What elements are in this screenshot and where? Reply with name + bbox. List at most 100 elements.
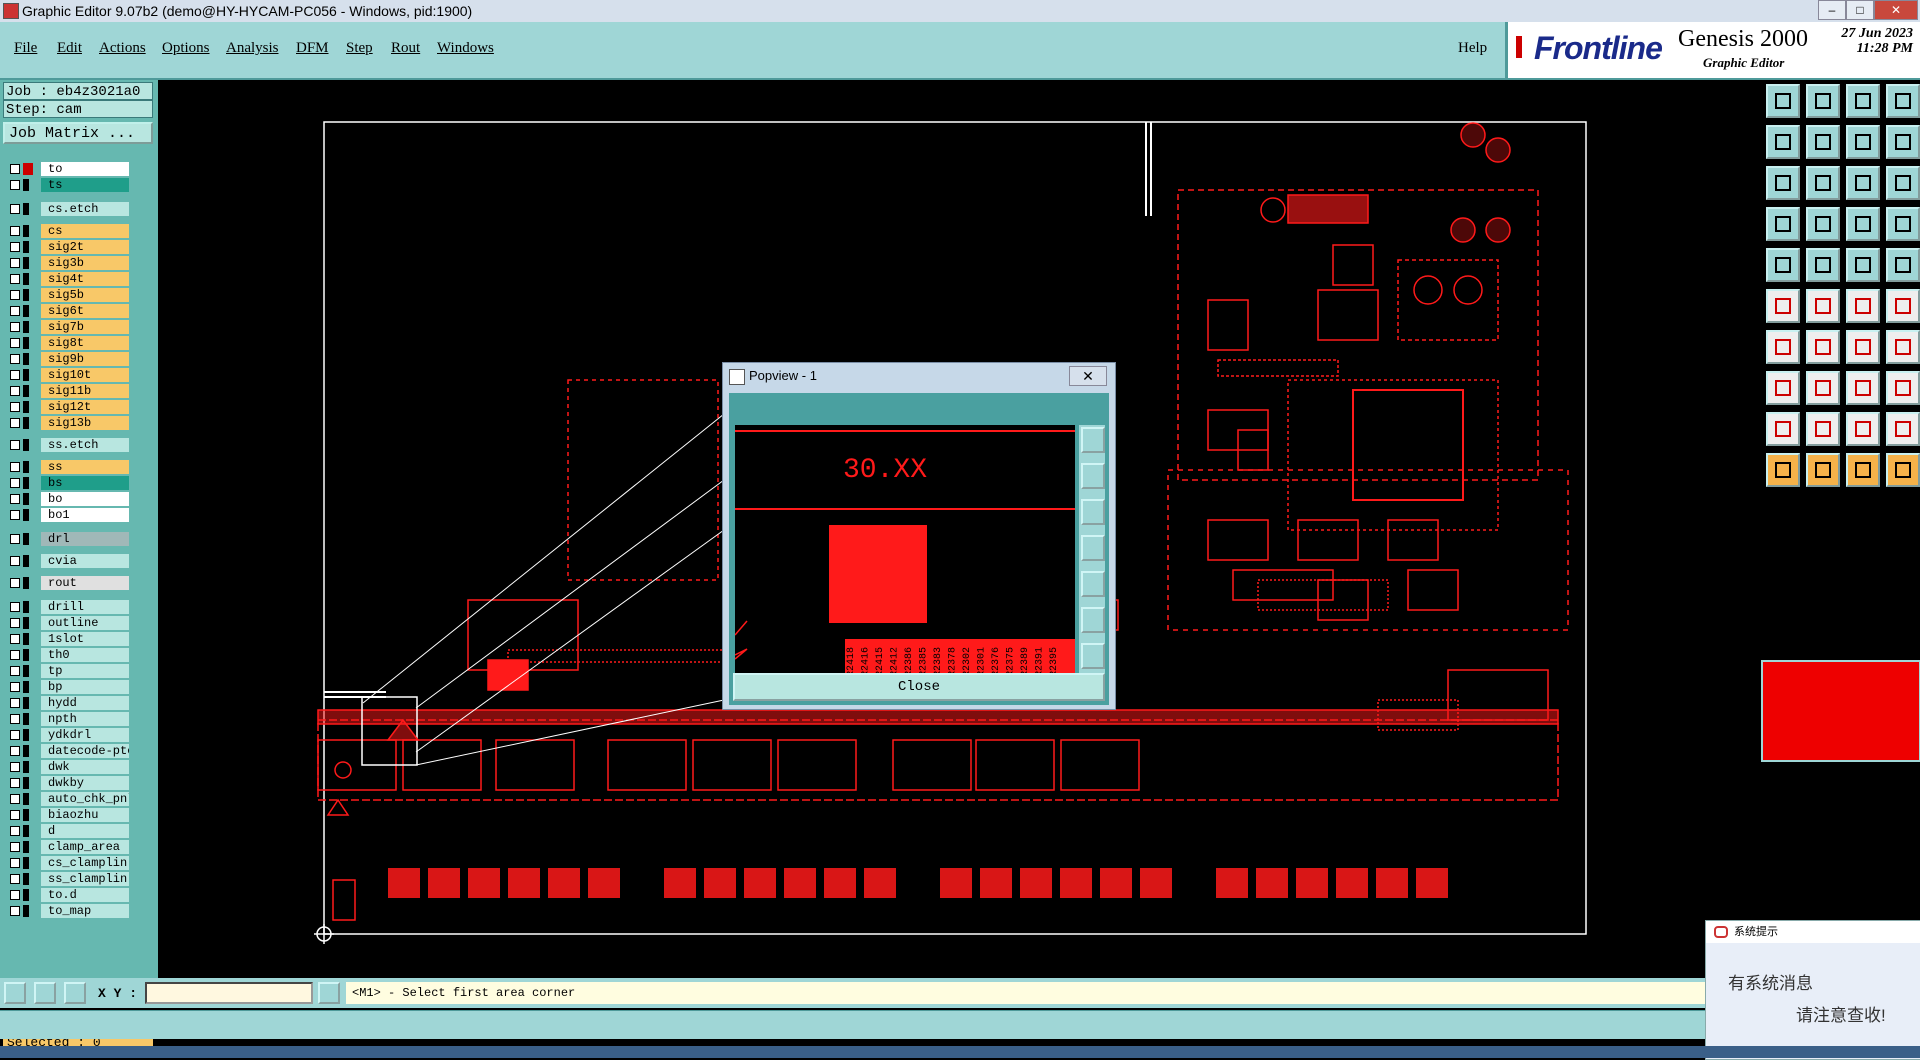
- layer-row[interactable]: sig3b: [6, 256, 129, 270]
- xy-input[interactable]: [145, 982, 313, 1004]
- tool-minus-icon[interactable]: [1806, 371, 1840, 405]
- layer-name[interactable]: dwk: [41, 760, 129, 774]
- layer-checkbox[interactable]: [10, 746, 20, 756]
- menu-analysis[interactable]: Analysis: [226, 40, 279, 57]
- layer-row[interactable]: sig13b: [6, 416, 129, 430]
- layer-name[interactable]: sig3b: [41, 256, 129, 270]
- layer-name[interactable]: sig6t: [41, 304, 129, 318]
- layer-name[interactable]: cvia: [41, 554, 129, 568]
- layer-checkbox[interactable]: [10, 906, 20, 916]
- tool-net-icon[interactable]: [1886, 289, 1920, 323]
- layer-row[interactable]: ydkdrl: [6, 728, 129, 742]
- tool-select3-icon[interactable]: [1846, 453, 1880, 487]
- tool-pad-icon[interactable]: [1886, 248, 1920, 282]
- layer-name[interactable]: cs_clamplin: [41, 856, 129, 870]
- layer-row[interactable]: bo: [6, 492, 129, 506]
- tool-slope-icon[interactable]: [1806, 330, 1840, 364]
- layer-row[interactable]: auto_chk_pnl: [6, 792, 129, 806]
- layer-checkbox[interactable]: [10, 578, 20, 588]
- layer-checkbox[interactable]: [10, 418, 20, 428]
- layer-checkbox[interactable]: [10, 714, 20, 724]
- menu-windows[interactable]: Windows: [437, 40, 494, 57]
- layer-row[interactable]: npth: [6, 712, 129, 726]
- layer-name[interactable]: cs: [41, 224, 129, 238]
- layer-row[interactable]: rout: [6, 576, 129, 590]
- layer-checkbox[interactable]: [10, 370, 20, 380]
- layer-row[interactable]: datecode-pte: [6, 744, 129, 758]
- layer-name[interactable]: bp: [41, 680, 129, 694]
- tool-import-icon[interactable]: [1766, 125, 1800, 159]
- tool-layer-a-icon[interactable]: [1846, 207, 1880, 241]
- layer-checkbox[interactable]: [10, 322, 20, 332]
- layer-checkbox[interactable]: [10, 386, 20, 396]
- snap-icon[interactable]: [4, 982, 26, 1004]
- layer-checkbox[interactable]: [10, 666, 20, 676]
- layer-row[interactable]: sig8t: [6, 336, 129, 350]
- layer-name[interactable]: ss.etch: [41, 438, 129, 452]
- popview-tool-up-icon[interactable]: [1081, 463, 1105, 489]
- tool-help-icon[interactable]: [1886, 166, 1920, 200]
- info-icon[interactable]: [318, 982, 340, 1004]
- tool-connect-icon[interactable]: [1846, 289, 1880, 323]
- layer-checkbox[interactable]: [10, 290, 20, 300]
- tool-warn-icon[interactable]: [1766, 412, 1800, 446]
- layer-checkbox[interactable]: [10, 494, 20, 504]
- layer-name[interactable]: ss: [41, 460, 129, 474]
- layer-name[interactable]: bo1: [41, 508, 129, 522]
- layer-checkbox[interactable]: [10, 226, 20, 236]
- tool-export-icon[interactable]: [1806, 125, 1840, 159]
- tool-filter-icon[interactable]: [1886, 330, 1920, 364]
- layer-checkbox[interactable]: [10, 556, 20, 566]
- grid-icon[interactable]: [64, 982, 86, 1004]
- tool-flip-icon[interactable]: [1886, 125, 1920, 159]
- layer-row[interactable]: drl: [6, 532, 129, 546]
- layer-name[interactable]: sig13b: [41, 416, 129, 430]
- layer-checkbox[interactable]: [10, 730, 20, 740]
- layer-checkbox[interactable]: [10, 858, 20, 868]
- tool-layer-b-icon[interactable]: [1886, 207, 1920, 241]
- layer-row[interactable]: cs.etch: [6, 202, 129, 216]
- layer-name[interactable]: ts: [41, 178, 129, 192]
- tool-select4-icon[interactable]: [1886, 453, 1920, 487]
- measure-icon[interactable]: [34, 982, 56, 1004]
- layer-checkbox[interactable]: [10, 794, 20, 804]
- system-message-popup[interactable]: 系统提示 有系统消息 请注意查收!: [1705, 920, 1920, 1060]
- layer-row[interactable]: sig11b: [6, 384, 129, 398]
- layer-name[interactable]: dwkby: [41, 776, 129, 790]
- layer-checkbox[interactable]: [10, 874, 20, 884]
- tool-grid-icon[interactable]: [1806, 207, 1840, 241]
- tool-cross-icon[interactable]: [1806, 289, 1840, 323]
- layer-row[interactable]: sig4t: [6, 272, 129, 286]
- tool-arch2-icon[interactable]: [1886, 412, 1920, 446]
- tool-move-icon[interactable]: [1766, 371, 1800, 405]
- layer-checkbox[interactable]: [10, 682, 20, 692]
- tool-hand-icon[interactable]: [1766, 207, 1800, 241]
- tool-angle-icon[interactable]: [1766, 330, 1800, 364]
- tool-open-icon[interactable]: [1766, 84, 1800, 118]
- layer-row[interactable]: to.d: [6, 888, 129, 902]
- layer-name[interactable]: sig2t: [41, 240, 129, 254]
- layer-name[interactable]: to.d: [41, 888, 129, 902]
- layer-row[interactable]: hydd: [6, 696, 129, 710]
- tool-split-icon[interactable]: [1886, 371, 1920, 405]
- layer-row[interactable]: ts: [6, 178, 129, 192]
- menu-file[interactable]: File: [14, 40, 37, 57]
- tool-fit-icon[interactable]: [1766, 166, 1800, 200]
- menu-actions[interactable]: Actions: [99, 40, 146, 57]
- layer-name[interactable]: bs: [41, 476, 129, 490]
- layer-name[interactable]: biaozhu: [41, 808, 129, 822]
- layer-name[interactable]: d: [41, 824, 129, 838]
- layer-checkbox[interactable]: [10, 462, 20, 472]
- layer-checkbox[interactable]: [10, 242, 20, 252]
- layer-name[interactable]: sig12t: [41, 400, 129, 414]
- popview-tool-zoom-out-icon[interactable]: [1081, 643, 1105, 669]
- layer-checkbox[interactable]: [10, 510, 20, 520]
- layer-checkbox[interactable]: [10, 634, 20, 644]
- layer-row[interactable]: to: [6, 162, 129, 176]
- layer-row[interactable]: sig6t: [6, 304, 129, 318]
- layer-row[interactable]: tp: [6, 664, 129, 678]
- layer-name[interactable]: clamp_area: [41, 840, 129, 854]
- layer-name[interactable]: sig8t: [41, 336, 129, 350]
- minimize-button[interactable]: –: [1818, 0, 1846, 20]
- layer-name[interactable]: drill: [41, 600, 129, 614]
